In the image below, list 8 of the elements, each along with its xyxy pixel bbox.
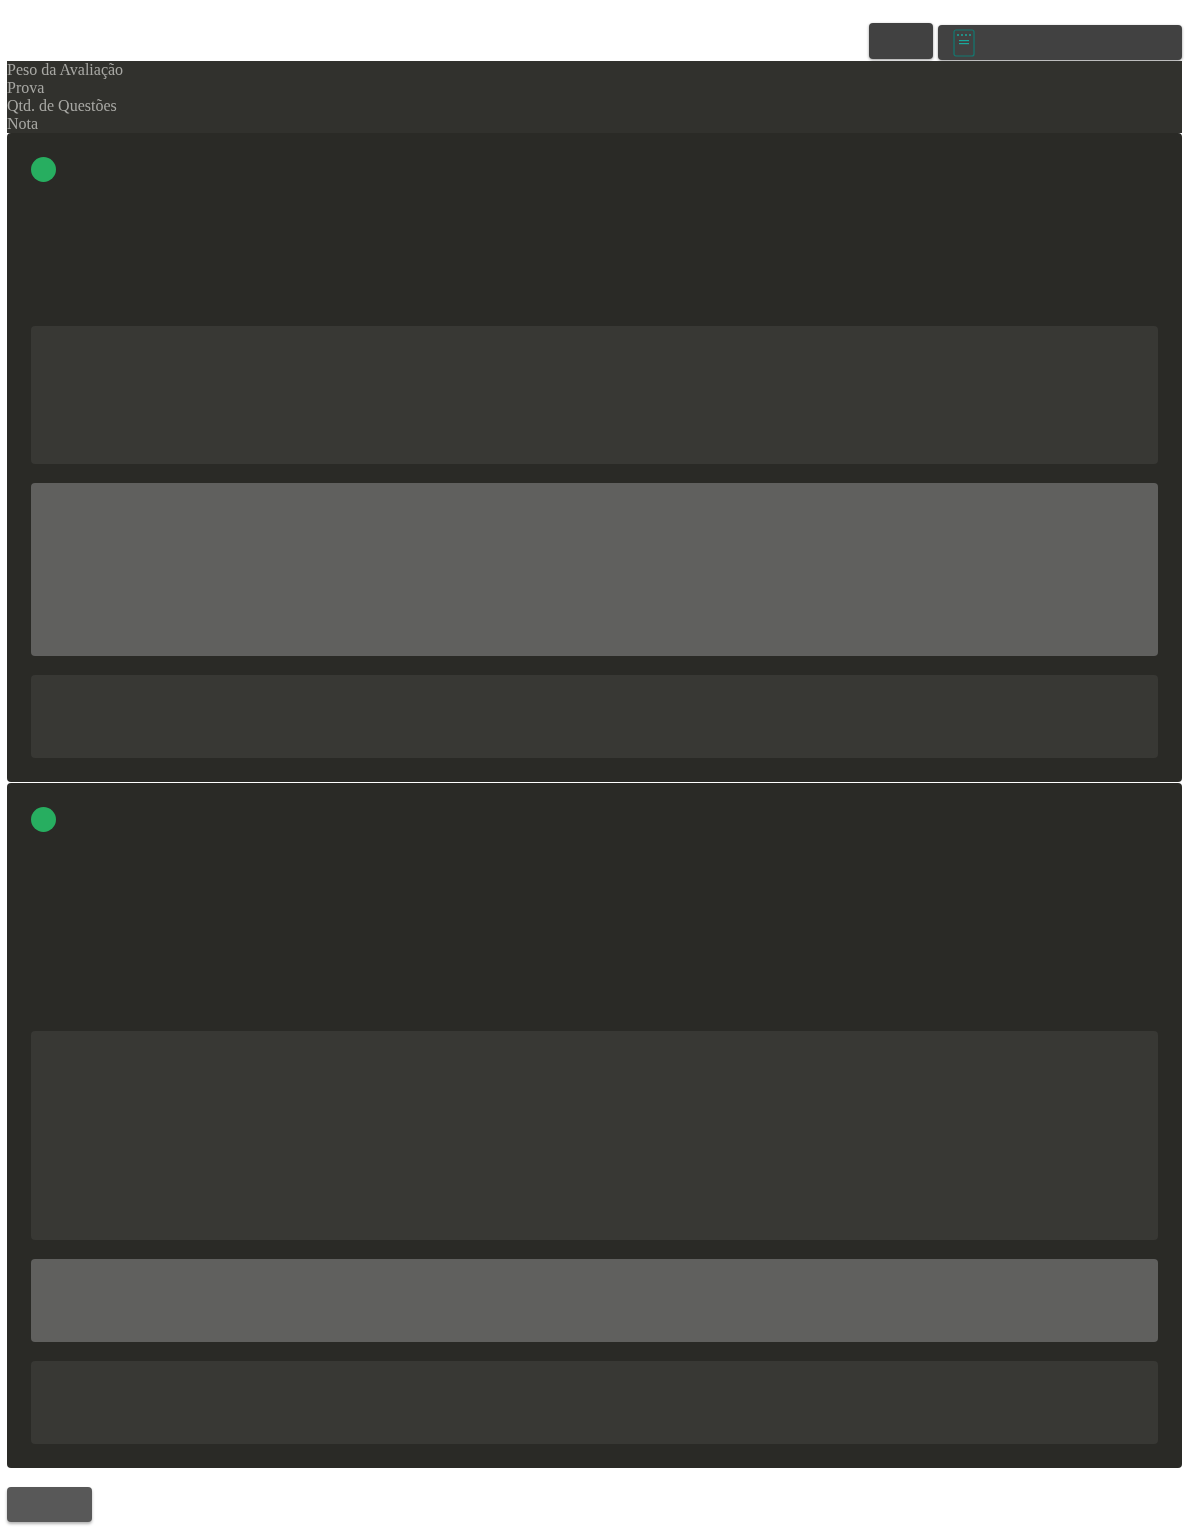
action-button[interactable] [7,1487,92,1522]
toolbar-button[interactable] [869,23,933,59]
column-label: Nota [7,115,40,133]
column-label: Qtd. de Questões [7,97,118,115]
column-label: Peso da Avaliação [7,61,125,79]
notebook-button[interactable] [938,25,1182,60]
column-label: Prova [7,79,46,97]
notebook-icon [953,28,975,57]
